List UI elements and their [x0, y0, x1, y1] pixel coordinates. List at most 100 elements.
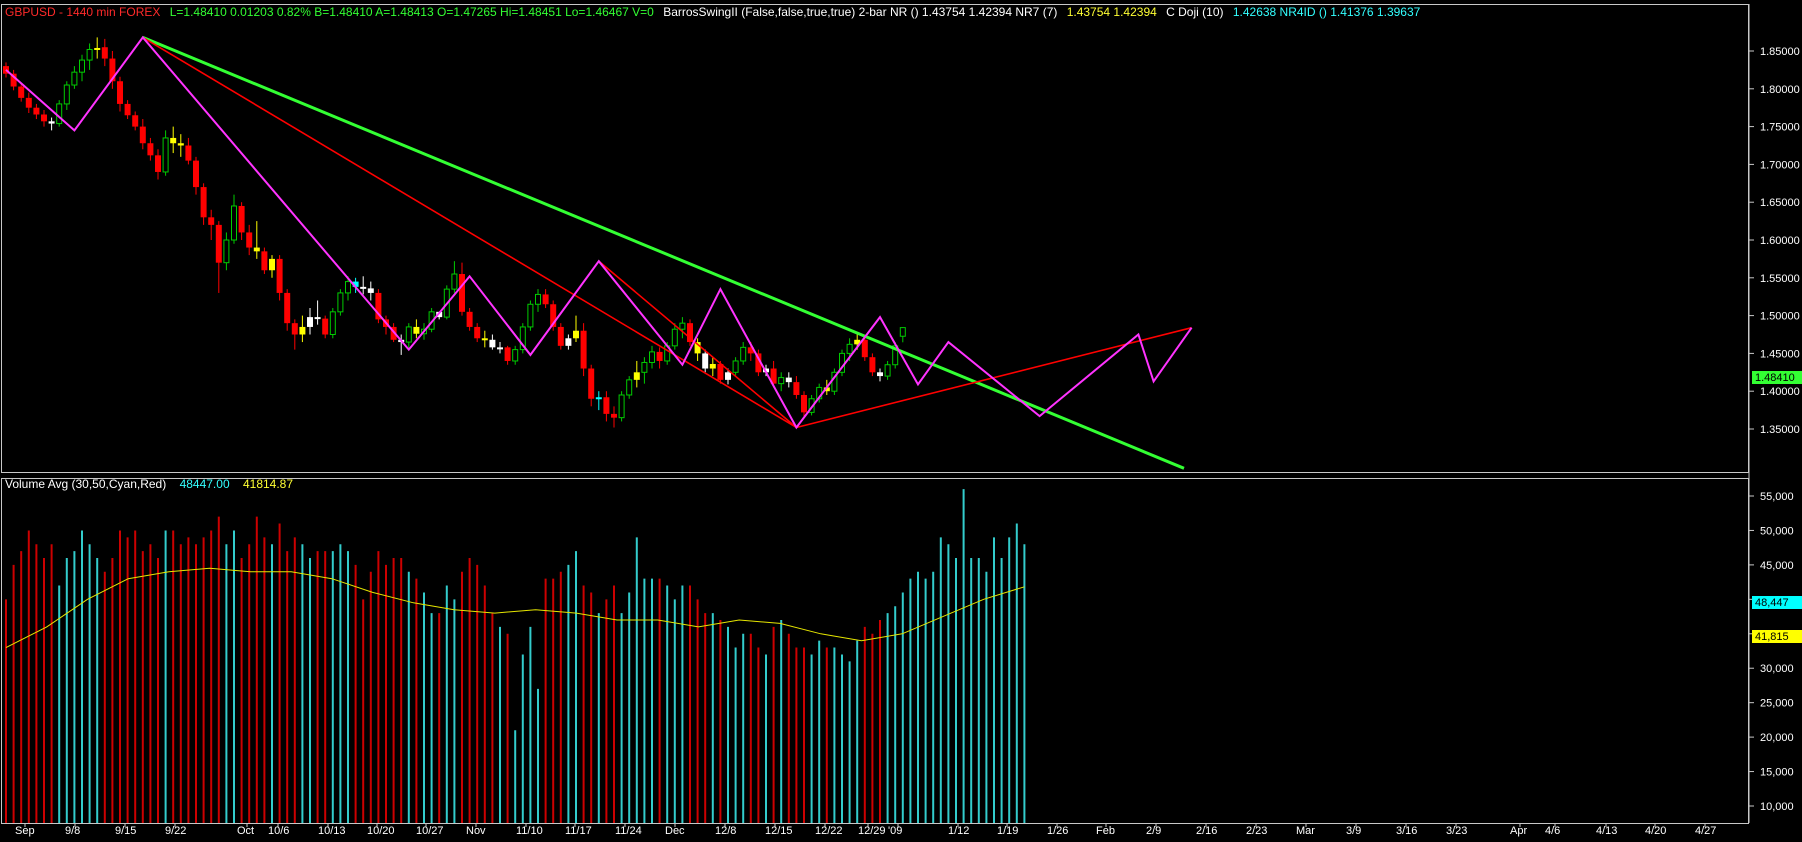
nr7-values: 1.43754 1.42394: [1067, 5, 1157, 19]
candle-body: [299, 326, 306, 335]
candle-body: [801, 394, 807, 413]
candle-body: [246, 232, 253, 248]
x-tick-label: 11/24: [615, 825, 642, 837]
candle-body: [200, 187, 207, 218]
candle-body: [580, 330, 587, 369]
candlestick: [375, 289, 382, 324]
candle-body: [63, 84, 70, 105]
price-tick-label: 1.35000: [1760, 424, 1800, 436]
candle-body: [846, 343, 853, 354]
candle-body: [611, 413, 617, 418]
candle-body: [481, 338, 488, 341]
candle-body: [215, 224, 222, 263]
candle-body: [474, 326, 481, 339]
candle-body: [649, 351, 655, 363]
candlestick: [618, 391, 625, 422]
candlestick: [839, 349, 845, 377]
candle-body: [709, 363, 716, 369]
x-tick-label: 1/26: [1047, 825, 1068, 837]
candle-body: [208, 217, 215, 225]
candle-body: [595, 397, 602, 400]
volume-avg-tag-text: 41,815: [1755, 631, 1789, 643]
candle-body: [223, 239, 230, 264]
candle-body: [641, 361, 648, 373]
candle-body: [124, 103, 131, 116]
chart-svg[interactable]: GBPUSD - 1440 min FOREX L=1.48410 0.0120…: [0, 0, 1802, 837]
candle-body: [367, 288, 374, 293]
candle-body: [504, 347, 511, 361]
volume-label: Volume Avg (30,50,Cyan,Red): [5, 477, 166, 491]
ohlc-info: L=1.48410 0.01203 0.82% B=1.48410 A=1.48…: [170, 5, 654, 19]
candlestick: [626, 376, 633, 399]
candle-body: [793, 382, 800, 395]
tail-values: 1.42638 NR4ID () 1.41376 1.39637: [1233, 5, 1421, 19]
candle-body: [542, 294, 549, 305]
candle-body: [732, 360, 739, 373]
candle-body: [527, 303, 534, 328]
doji-label: C Doji (10): [1166, 5, 1223, 19]
candle-body: [193, 160, 199, 188]
price-tick-label: 1.85000: [1760, 46, 1800, 58]
candle-body: [535, 293, 541, 305]
price-tick-label: 1.45000: [1760, 348, 1800, 360]
candle-body: [497, 347, 503, 350]
candle-body: [633, 372, 640, 380]
candle-body: [345, 281, 351, 294]
candle-body: [573, 330, 579, 339]
x-tick-label: 2/9: [1146, 825, 1161, 837]
candle-body: [717, 363, 724, 380]
volume-tick-label: 50,000: [1760, 525, 1794, 537]
candle-body: [276, 258, 283, 293]
candle-body: [869, 357, 876, 373]
header-legend: GBPUSD - 1440 min FOREX L=1.48410 0.0120…: [5, 5, 1421, 19]
trading-chart[interactable]: GBPUSD - 1440 min FOREX L=1.48410 0.0120…: [0, 0, 1802, 837]
candle-body: [877, 372, 883, 377]
x-tick-label: 10/13: [318, 825, 346, 837]
x-tick-label: 10/20: [367, 825, 395, 837]
price-tick-label: 1.50000: [1760, 311, 1800, 323]
indicator-list: BarrosSwingII (False,false,true,true) 2-…: [663, 5, 1057, 19]
x-tick-label: Dec: [665, 825, 685, 837]
candle-body: [588, 368, 595, 399]
candlestick: [687, 319, 693, 346]
candle-body: [48, 121, 55, 124]
candlestick: [56, 100, 63, 127]
candle-body: [603, 397, 610, 414]
x-tick-label: 4/27: [1695, 825, 1716, 837]
candle-body: [162, 137, 169, 173]
price-tick-label: 1.60000: [1760, 235, 1800, 247]
candle-body: [33, 107, 40, 115]
candle-body: [565, 338, 572, 346]
last-price-tag: 1.48410: [1752, 371, 1802, 384]
candle-body: [25, 97, 32, 108]
chart-background: [0, 0, 1802, 837]
candle-body: [79, 59, 85, 73]
candle-body: [702, 353, 709, 369]
candlestick: [831, 368, 838, 395]
volume-value-2: 41814.87: [243, 477, 293, 491]
candlestick: [261, 247, 268, 275]
candle-body: [512, 349, 519, 362]
candle-body: [231, 205, 237, 241]
x-tick-label: Nov: [466, 825, 486, 837]
candle-body: [337, 292, 344, 313]
candle-body: [329, 311, 336, 336]
x-tick-label: 2/16: [1196, 825, 1217, 837]
x-tick-label: 10/27: [416, 825, 444, 837]
x-tick-label: 3/16: [1396, 825, 1417, 837]
volume-tick-label: 25,000: [1760, 698, 1794, 710]
volume-tick-label: 10,000: [1760, 801, 1794, 813]
volume-tag: 48,447: [1752, 596, 1802, 609]
candle-body: [459, 274, 465, 312]
candle-body: [101, 47, 108, 59]
x-tick-label: '09: [888, 825, 902, 837]
x-tick-label: 11/10: [516, 825, 543, 837]
candle-body: [132, 115, 139, 127]
candle-body: [117, 81, 123, 104]
candle-body: [899, 327, 906, 337]
volume-legend: Volume Avg (30,50,Cyan,Red) 48447.00 418…: [5, 477, 293, 491]
x-tick-label: 12/29: [858, 825, 886, 837]
x-tick-label: 12/15: [765, 825, 793, 837]
candle-body: [466, 311, 473, 327]
volume-tag-text: 48,447: [1755, 597, 1789, 609]
